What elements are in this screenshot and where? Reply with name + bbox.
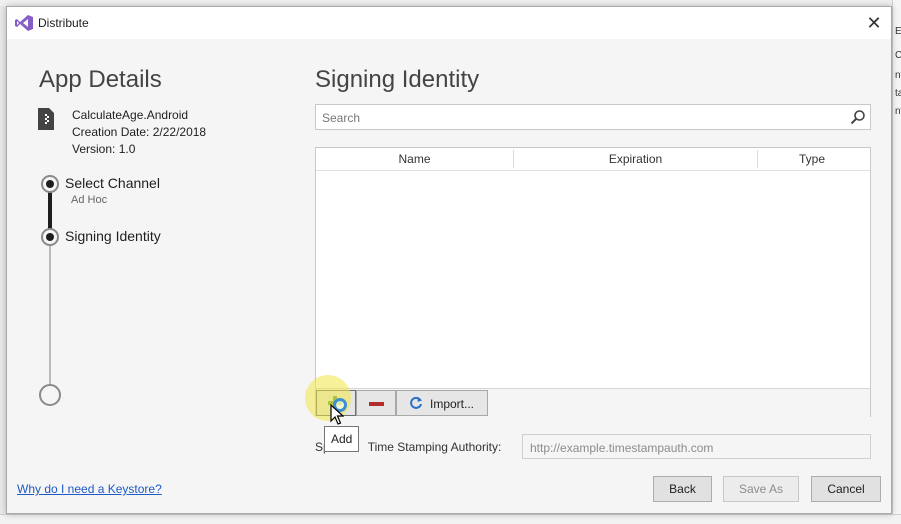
app-name: CalculateAge.Android: [72, 108, 189, 122]
import-button[interactable]: Import...: [396, 390, 488, 416]
app-creation-date: Creation Date: 2/22/2018: [72, 125, 207, 139]
background-text: nt: [895, 106, 901, 117]
app-file-icon: [38, 108, 54, 130]
background-app-panel: E Ca nt ta nt: [892, 0, 901, 523]
app-info: CalculateAge.Android Creation Date: 2/22…: [72, 107, 206, 158]
signing-identity-table[interactable]: Name Expiration Type Import...: [315, 147, 871, 418]
back-button[interactable]: Back: [653, 476, 712, 502]
close-button[interactable]: ✕: [861, 11, 887, 35]
search-box[interactable]: [315, 104, 871, 130]
background-text: nt: [895, 70, 901, 81]
timestamp-authority-label-rest: Time Stamping Authority:: [367, 440, 502, 454]
search-icon[interactable]: [850, 109, 866, 125]
background-text: ta: [895, 88, 901, 99]
title-bar[interactable]: Distribute ✕: [7, 7, 891, 39]
step-label-signing-identity: Signing Identity: [65, 228, 161, 244]
timestamp-authority-input[interactable]: [528, 438, 867, 458]
background-text: Ca: [895, 50, 901, 61]
column-header-name[interactable]: Name: [316, 148, 513, 170]
remove-icon: [369, 402, 384, 406]
app-version: Version: 1.0: [72, 142, 136, 156]
signing-identity-heading: Signing Identity: [315, 66, 480, 93]
step-marker-select-channel: [41, 175, 59, 193]
remove-button[interactable]: [356, 390, 396, 416]
visual-studio-logo-icon: [15, 15, 33, 31]
column-header-type[interactable]: Type: [758, 148, 866, 170]
step-marker-signing-identity: [41, 228, 59, 246]
import-button-label: Import...: [430, 397, 475, 411]
distribute-dialog: Distribute ✕ App Details CalculateAge.An…: [6, 6, 892, 514]
window-title: Distribute: [38, 16, 89, 30]
step-sublabel-select-channel: Ad Hoc: [71, 194, 108, 206]
timestamp-authority-field[interactable]: [522, 434, 871, 459]
keystore-help-link[interactable]: Why do I need a Keystore?: [17, 482, 162, 496]
step-label-select-channel: Select Channel: [65, 175, 160, 191]
column-header-expiration[interactable]: Expiration: [514, 148, 757, 170]
import-icon: [410, 396, 422, 409]
search-input[interactable]: [320, 108, 844, 128]
table-header: Name Expiration Type: [316, 148, 870, 171]
mouse-pointer-icon: [330, 404, 344, 425]
table-toolbar: Import...: [316, 388, 870, 418]
add-tooltip: Add: [324, 426, 360, 452]
steps-progress-line-pending: [49, 243, 51, 388]
background-text: E: [895, 26, 901, 37]
cancel-button[interactable]: Cancel: [811, 476, 881, 502]
step-marker-final: [39, 384, 61, 406]
app-details-heading: App Details: [39, 66, 162, 93]
close-icon: ✕: [866, 13, 882, 33]
save-as-button[interactable]: Save As: [723, 476, 799, 502]
